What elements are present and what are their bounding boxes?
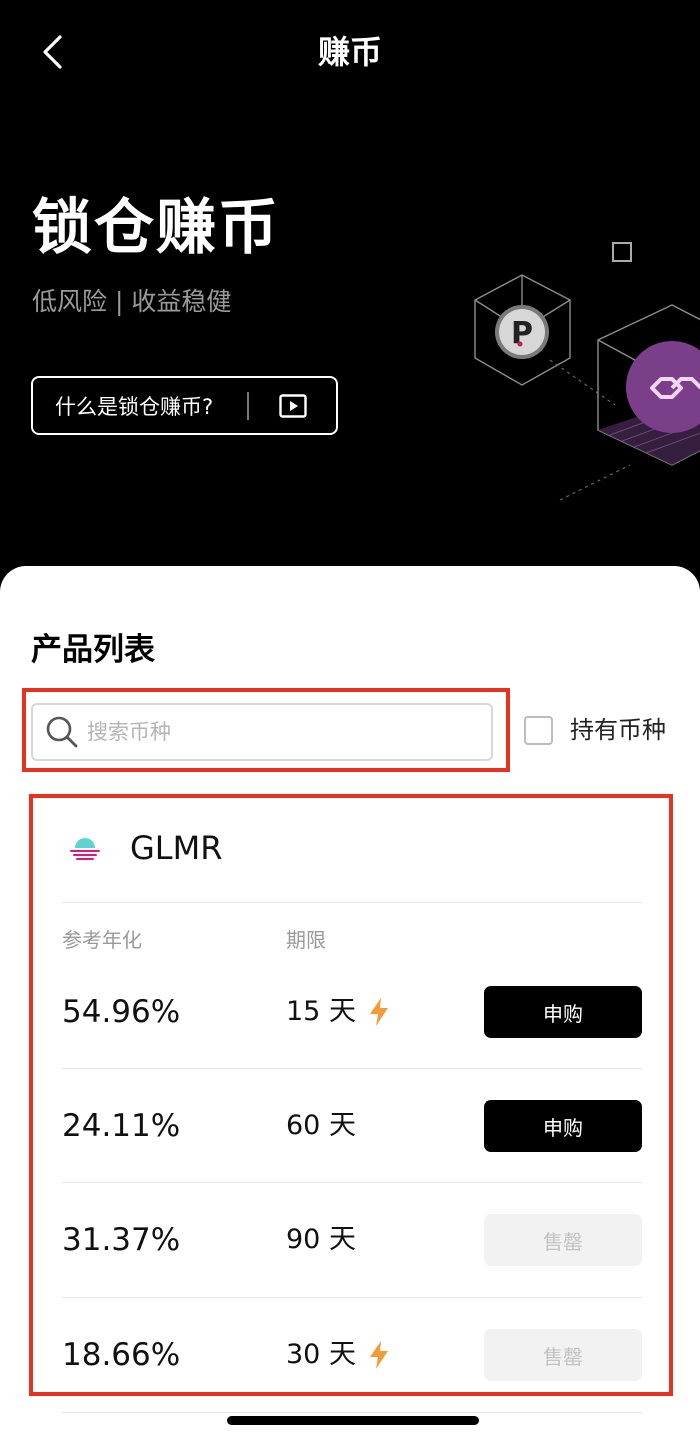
product-list-highlight-box — [29, 794, 673, 1396]
divider — [62, 1182, 642, 1183]
lightning-icon — [369, 1341, 388, 1369]
hold-checkbox[interactable] — [524, 715, 553, 745]
hero-section: 赚币 锁仓赚币 低风险 | 收益稳健 什么是锁仓赚币? P — [0, 0, 700, 600]
term-value: 15 天 — [286, 996, 356, 1027]
what-is-staking-label: 什么是锁仓赚币? — [55, 394, 214, 419]
glmr-logo-icon — [70, 838, 100, 860]
product-row: 31.37% 90 天 售罄 — [0, 1210, 700, 1270]
subscribe-button[interactable]: 申购 — [484, 1100, 642, 1152]
hold-filter-label: 持有币种 — [570, 716, 666, 744]
product-list-title: 产品列表 — [31, 632, 155, 668]
term-column-header: 期限 — [286, 928, 326, 952]
annual-rate: 18.66% — [62, 1337, 181, 1373]
button-divider — [247, 391, 249, 420]
rate-column-header: 参考年化 — [62, 928, 142, 952]
annual-rate: 54.96% — [62, 994, 181, 1030]
term-cell: 30 天 — [286, 1325, 390, 1385]
home-indicator — [227, 1416, 479, 1425]
sold-out-button: 售罄 — [484, 1329, 642, 1381]
subscribe-button[interactable]: 申购 — [484, 986, 642, 1038]
divider — [62, 1412, 642, 1413]
search-field[interactable] — [31, 703, 493, 761]
hero-subtitle: 低风险 | 收益稳健 — [32, 287, 232, 316]
coin-name: GLMR — [130, 829, 223, 867]
annual-rate: 31.37% — [62, 1222, 181, 1258]
divider — [62, 1068, 642, 1069]
term-cell: 90 天 — [286, 1210, 356, 1270]
search-input[interactable] — [87, 720, 467, 744]
product-panel: 产品列表 持有币种 GLMR 参考年化 期限 54.96% 15 天 — [0, 566, 700, 1441]
lightning-icon — [369, 998, 388, 1026]
product-row: 18.66% 30 天 售罄 — [0, 1325, 700, 1385]
term-value: 90 天 — [286, 1224, 356, 1255]
play-video-icon — [279, 393, 307, 418]
term-value: 30 天 — [286, 1339, 356, 1370]
svg-text:P: P — [511, 316, 533, 351]
coin-header: GLMR — [66, 828, 222, 868]
search-icon — [46, 716, 78, 748]
hold-filter[interactable]: 持有币种 — [524, 713, 666, 747]
product-row: 54.96% 15 天 申购 — [0, 982, 700, 1042]
hero-title: 锁仓赚币 — [32, 193, 280, 263]
term-value: 60 天 — [286, 1110, 356, 1141]
divider — [62, 1297, 642, 1298]
term-cell: 60 天 — [286, 1096, 356, 1156]
divider — [62, 902, 642, 903]
sold-out-button: 售罄 — [484, 1214, 642, 1266]
term-cell: 15 天 — [286, 982, 390, 1042]
product-row: 24.11% 60 天 申购 — [0, 1096, 700, 1156]
crypto-cubes-illustration: P — [474, 242, 700, 501]
what-is-staking-button[interactable]: 什么是锁仓赚币? — [31, 376, 338, 435]
page-title: 赚币 — [317, 33, 382, 71]
annual-rate: 24.11% — [62, 1108, 181, 1144]
